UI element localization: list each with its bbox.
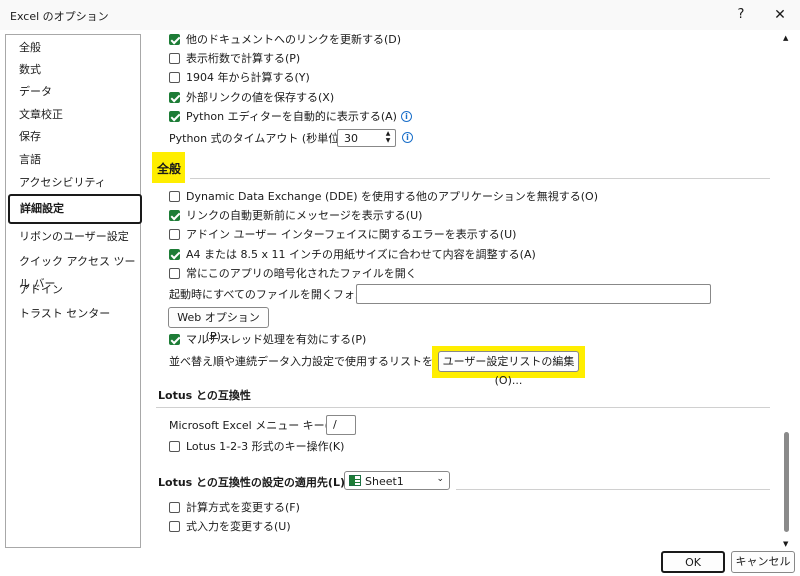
options-panel: 他のドキュメントへのリンクを更新する(D) 表示桁数で計算する(P) 1904 … bbox=[152, 34, 780, 548]
option-label: マルチスレッド処理を有効にする(P) bbox=[186, 333, 367, 346]
info-icon[interactable]: i bbox=[402, 132, 413, 143]
checkbox-checked[interactable] bbox=[169, 209, 180, 221]
option-open-encrypted-files[interactable]: 常にこのアプリの暗号化されたファイルを開く bbox=[169, 264, 417, 282]
sidebar-item-language[interactable]: 言語 bbox=[9, 149, 137, 171]
sidebar-item-trust-center[interactable]: トラスト センター bbox=[9, 303, 137, 325]
edit-custom-lists-button[interactable]: ユーザー設定リストの編集(O)... bbox=[438, 351, 579, 387]
spinner-arrows-icon[interactable]: ▲ ▼ bbox=[384, 130, 392, 144]
worksheet-icon bbox=[349, 475, 361, 486]
sidebar-item-save[interactable]: 保存 bbox=[9, 126, 137, 148]
option-label: アドイン ユーザー インターフェイスに関するエラーを表示する(U) bbox=[186, 228, 517, 241]
option-transition-formula-entry[interactable]: 式入力を変更する(U) bbox=[169, 517, 291, 535]
option-label: 常にこのアプリの暗号化されたファイルを開く bbox=[186, 267, 417, 280]
option-label: 計算方式を変更する(F) bbox=[186, 501, 300, 514]
checkbox-checked[interactable] bbox=[169, 333, 180, 345]
chevron-down-icon: ⌄ bbox=[436, 474, 444, 484]
option-label: Dynamic Data Exchange (DDE) を使用する他のアプリケー… bbox=[186, 190, 599, 203]
divider bbox=[190, 178, 770, 179]
checkbox[interactable] bbox=[169, 267, 180, 279]
checkbox[interactable] bbox=[169, 501, 180, 513]
menu-key-row: Microsoft Excel メニュー キー(M): bbox=[169, 416, 346, 434]
sheet-dropdown[interactable]: Sheet1 ⌄ bbox=[344, 471, 450, 490]
option-lotus-navigation-keys[interactable]: Lotus 1-2-3 形式のキー操作(K) bbox=[169, 437, 344, 455]
sidebar-item-accessibility[interactable]: アクセシビリティ bbox=[9, 172, 137, 194]
menu-key-input[interactable]: / bbox=[326, 415, 356, 435]
option-label: 1904 年から計算する(Y) bbox=[186, 71, 310, 84]
sidebar-item-quick-access-toolbar[interactable]: クイック アクセス ツール バー bbox=[9, 251, 137, 290]
scrollbar-thumb[interactable] bbox=[784, 432, 789, 532]
vertical-scrollbar[interactable]: ▲ ▼ bbox=[781, 34, 793, 548]
sidebar-item-advanced[interactable]: 詳細設定 bbox=[8, 194, 142, 224]
divider bbox=[456, 489, 770, 490]
option-ignore-dde[interactable]: Dynamic Data Exchange (DDE) を使用する他のアプリケー… bbox=[169, 187, 598, 205]
python-timeout-label: Python 式のタイムアウト (秒単位)(P) bbox=[169, 132, 359, 145]
sidebar-item-customize-ribbon[interactable]: リボンのユーザー設定 bbox=[9, 226, 137, 248]
option-python-editor-auto-show[interactable]: Python エディターを自動的に表示する(A) i bbox=[169, 107, 412, 125]
close-icon[interactable]: ✕ bbox=[768, 4, 792, 26]
menu-key-label: Microsoft Excel メニュー キー(M): bbox=[169, 419, 347, 432]
checkbox[interactable] bbox=[169, 228, 180, 240]
web-options-button[interactable]: Web オプション(P)... bbox=[168, 307, 269, 343]
help-icon[interactable]: ? bbox=[730, 4, 752, 26]
checkbox-checked[interactable] bbox=[169, 91, 180, 103]
option-update-links[interactable]: 他のドキュメントへのリンクを更新する(D) bbox=[169, 34, 401, 48]
sidebar: 全般 数式 データ 文章校正 保存 言語 アクセシビリティ 詳細設定 リボンのユ… bbox=[5, 34, 142, 548]
python-timeout-value: 30 bbox=[344, 132, 358, 145]
section-heading-general: 全般 bbox=[157, 162, 182, 176]
window-title: Excel のオプション bbox=[10, 10, 109, 23]
scroll-down-icon[interactable]: ▼ bbox=[783, 540, 788, 548]
checkbox-checked[interactable] bbox=[169, 34, 180, 45]
checkbox[interactable] bbox=[169, 52, 180, 64]
option-label: 式入力を変更する(U) bbox=[186, 520, 291, 533]
checkbox-checked[interactable] bbox=[169, 110, 180, 122]
sidebar-item-formulas[interactable]: 数式 bbox=[9, 59, 137, 81]
option-label: 他のドキュメントへのリンクを更新する(D) bbox=[186, 34, 402, 46]
startup-folder-input[interactable] bbox=[356, 284, 711, 304]
sidebar-item-general[interactable]: 全般 bbox=[9, 37, 137, 59]
info-icon[interactable]: i bbox=[400, 110, 412, 122]
ok-button[interactable]: OK bbox=[661, 551, 725, 573]
checkbox[interactable] bbox=[169, 71, 180, 83]
option-multithread[interactable]: マルチスレッド処理を有効にする(P) bbox=[169, 330, 366, 348]
sheet-dropdown-value: Sheet1 bbox=[365, 475, 404, 488]
title-bar: Excel のオプション ? ✕ bbox=[0, 0, 800, 30]
option-label: リンクの自動更新前にメッセージを表示する(U) bbox=[186, 209, 423, 222]
option-scale-a4-letter[interactable]: A4 または 8.5 x 11 インチの用紙サイズに合わせて内容を調整する(A) bbox=[169, 245, 536, 263]
sidebar-item-proofing[interactable]: 文章校正 bbox=[9, 104, 137, 126]
scroll-up-icon[interactable]: ▲ bbox=[783, 34, 788, 42]
checkbox[interactable] bbox=[169, 440, 180, 452]
option-show-addin-errors[interactable]: アドイン ユーザー インターフェイスに関するエラーを表示する(U) bbox=[169, 225, 516, 243]
option-label: A4 または 8.5 x 11 インチの用紙サイズに合わせて内容を調整する(A) bbox=[186, 248, 536, 261]
option-precision-as-displayed[interactable]: 表示桁数で計算する(P) bbox=[169, 49, 300, 67]
option-label: Python エディターを自動的に表示する(A) bbox=[186, 110, 397, 123]
option-label: 表示桁数で計算する(P) bbox=[186, 52, 301, 65]
option-ask-update-links[interactable]: リンクの自動更新前にメッセージを表示する(U) bbox=[169, 206, 422, 224]
python-timeout-row: Python 式のタイムアウト (秒単位)(P) bbox=[169, 129, 359, 147]
checkbox[interactable] bbox=[169, 190, 180, 202]
cancel-button[interactable]: キャンセル bbox=[731, 551, 795, 573]
python-timeout-spinner[interactable]: 30 ▲ ▼ bbox=[337, 129, 396, 147]
sidebar-item-addins[interactable]: アドイン bbox=[9, 279, 137, 301]
option-label: Lotus 1-2-3 形式のキー操作(K) bbox=[186, 440, 345, 453]
option-1904-date-system[interactable]: 1904 年から計算する(Y) bbox=[169, 68, 310, 86]
option-transition-formula-evaluation[interactable]: 計算方式を変更する(F) bbox=[169, 498, 300, 516]
option-label: 外部リンクの値を保存する(X) bbox=[186, 91, 335, 104]
checkbox-checked[interactable] bbox=[169, 248, 180, 260]
section-heading-lotus: Lotus との互換性 bbox=[158, 389, 251, 402]
sidebar-item-data[interactable]: データ bbox=[9, 81, 137, 103]
option-save-external-link-values[interactable]: 外部リンクの値を保存する(X) bbox=[169, 88, 334, 106]
section-heading-lotus-apply: Lotus との互換性の設定の適用先(L): bbox=[158, 476, 350, 489]
divider bbox=[156, 407, 770, 408]
checkbox[interactable] bbox=[169, 520, 180, 532]
